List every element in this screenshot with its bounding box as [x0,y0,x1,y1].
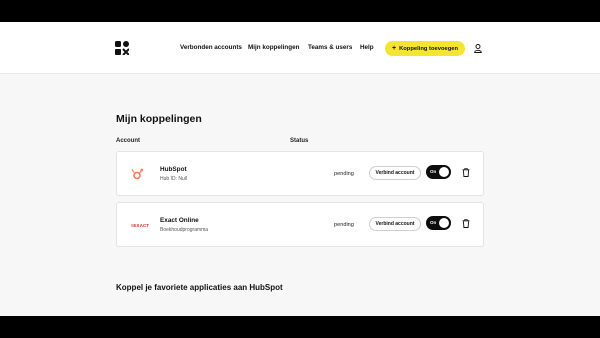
nav-teams-users[interactable]: Teams & users [308,44,352,51]
connection-toggle[interactable]: On [426,165,451,179]
page-title: Mijn koppelingen [116,113,202,125]
connect-account-button[interactable]: Verbind account [369,217,421,231]
nav-help[interactable]: Help [360,44,374,51]
connection-status: pending [334,171,354,177]
add-connection-label: Koppeling toevoegen [399,45,459,52]
connect-account-button[interactable]: Verbind account [369,166,421,180]
exact-logo-text: ≡EXACT [130,222,150,228]
connection-name: HubSpot [160,166,187,173]
toggle-knob [439,167,449,177]
connection-card-hubspot: HubSpot Hub ID: Null pending Verbind acc… [116,151,484,196]
toggle-label: On [430,220,437,225]
connection-name: Exact Online [160,217,199,224]
connection-subtitle: Hub ID: Null [160,176,187,182]
column-header-account: Account [116,138,140,144]
user-icon[interactable] [474,44,482,53]
trash-icon[interactable] [462,168,470,177]
plus-icon: + [391,45,397,52]
top-navigation: Verbonden accounts Mijn koppelingen Team… [0,22,600,74]
toggle-knob [439,218,449,228]
section-title: Koppel je favoriete applicaties aan HubS… [116,283,283,292]
brand-logo[interactable] [115,41,129,55]
connection-toggle[interactable]: On [426,216,451,230]
add-connection-button[interactable]: + Koppeling toevoegen [385,41,465,56]
exact-logo: ≡EXACT [129,217,151,233]
hubspot-logo [130,166,146,182]
app-frame: Verbonden accounts Mijn koppelingen Team… [0,22,600,316]
toggle-label: On [430,169,437,174]
connection-status: pending [334,222,354,228]
connection-card-exact-online: ≡EXACT Exact Online Boekhoudprogramma pe… [116,202,484,247]
nav-mijn-koppelingen[interactable]: Mijn koppelingen [248,44,299,51]
connection-subtitle: Boekhoudprogramma [160,227,209,233]
trash-icon[interactable] [462,219,470,228]
nav-verbonden-accounts[interactable]: Verbonden accounts [180,44,242,51]
column-header-status: Status [290,138,309,144]
